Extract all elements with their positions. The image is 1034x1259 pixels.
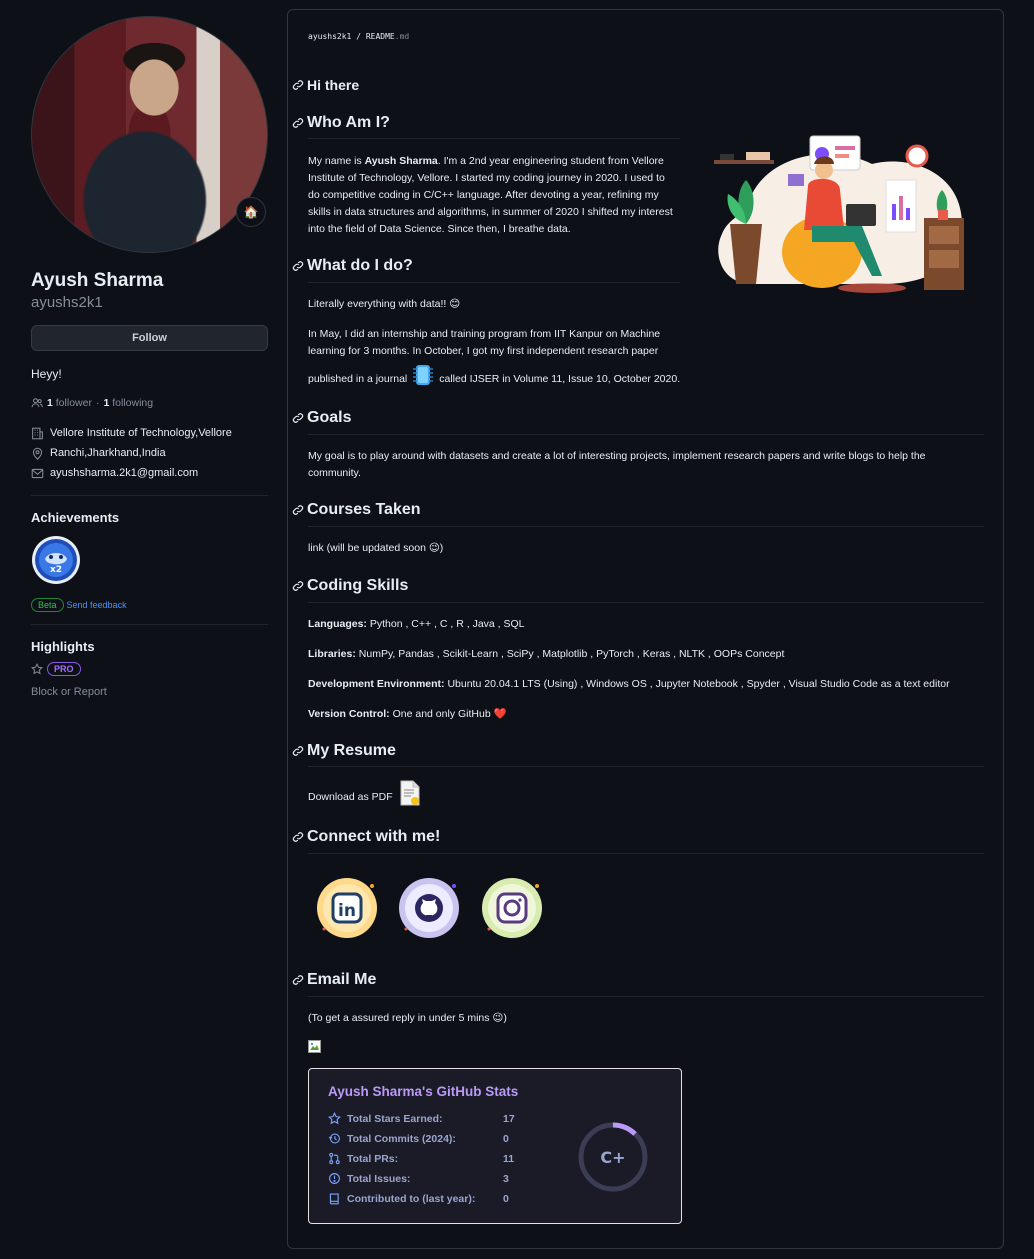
skills-libraries: Libraries: NumPy, Pandas , Scikit-Learn … (308, 648, 785, 660)
linkedin-icon[interactable]: in (316, 877, 378, 939)
achievements-heading: Achievements (31, 510, 120, 525)
breadcrumb-user[interactable]: ayushs2k1 (308, 32, 351, 41)
who-paragraph: My name is Ayush Sharma. I'm a 2nd year … (308, 155, 673, 235)
stat-row-issues: Total Issues: 3 (328, 1172, 509, 1185)
profile-email[interactable]: ayushsharma.2k1@gmail.com (31, 463, 268, 483)
heading-connect: Connect with me! (292, 828, 440, 846)
link-icon[interactable] (292, 117, 304, 129)
breadcrumb-file[interactable]: README.md (366, 32, 409, 41)
mail-icon (31, 468, 44, 478)
heading-what-do-i-do: What do I do? (292, 257, 413, 275)
what-paragraph-2: In May, I did an internship and training… (308, 326, 680, 388)
profile-location: Ranchi,Jharkhand,India (31, 443, 268, 463)
heading-rule (308, 282, 680, 283)
heading-who-am-i: Who Am I? (292, 114, 390, 132)
stat-row-contributed: Contributed to (last year): 0 (328, 1192, 509, 1205)
readme-panel: ayushs2k1 / README.md Hi there Who Am I?… (287, 9, 1004, 1249)
profile-name: Ayush Sharma (31, 270, 164, 291)
building-icon (32, 427, 43, 439)
follow-button[interactable]: Follow (31, 325, 268, 351)
profile-organization: Vellore Institute of Technology,Vellore (31, 423, 268, 443)
instagram-icon[interactable] (481, 877, 543, 939)
svg-text:in: in (338, 901, 356, 921)
heading-rule (308, 434, 984, 435)
avatar[interactable] (31, 16, 268, 253)
history-icon (328, 1133, 340, 1144)
house-icon: 🏠 (243, 205, 259, 219)
send-feedback-link[interactable]: Send feedback (67, 600, 127, 610)
pdf-document-icon[interactable] (399, 780, 421, 806)
heading-rule (308, 853, 984, 854)
heading-rule (308, 526, 984, 527)
link-icon[interactable] (292, 831, 304, 843)
pro-badge: PRO (47, 662, 81, 676)
resume-row: Download as PDF (308, 780, 421, 806)
stat-row-prs: Total PRs: 11 (328, 1152, 514, 1165)
link-icon[interactable] (292, 580, 304, 592)
profile-details: Vellore Institute of Technology,Vellore … (31, 423, 268, 483)
profile-sidebar: 🏠 Ayush Sharma ayushs2k1 Follow Heyy! 1 … (31, 16, 268, 698)
heading-rule (308, 766, 984, 767)
rank-label: C+ (600, 1148, 625, 1167)
courses-paragraph[interactable]: link (will be updated soon 😉) (308, 540, 443, 557)
highlights-heading: Highlights (31, 639, 95, 654)
heading-rule (308, 138, 680, 139)
people-icon (31, 398, 43, 408)
svg-text:x2: x2 (50, 565, 62, 575)
following-link[interactable]: 1 following (103, 397, 153, 409)
star-icon (31, 663, 43, 675)
beta-row: Beta Send feedback (31, 598, 268, 612)
location-icon (32, 447, 43, 460)
link-icon[interactable] (292, 504, 304, 516)
divider (31, 624, 268, 625)
github-icon[interactable] (398, 877, 460, 939)
link-icon[interactable] (292, 79, 304, 91)
what-paragraph-1: Literally everything with data!! 😊 (308, 298, 461, 310)
status-badge[interactable]: 🏠 (236, 197, 266, 227)
breadcrumb: ayushs2k1 / README.md (308, 32, 410, 41)
email-paragraph: (To get a assured reply in under 5 mins … (308, 1012, 507, 1024)
skills-languages: Languages: Python , C++ , C , R , Java ,… (308, 618, 525, 630)
heading-coding-skills: Coding Skills (292, 577, 408, 595)
link-icon[interactable] (292, 412, 304, 424)
follow-stats: 1 follower · 1 following (31, 397, 268, 409)
achievement-badge-icon[interactable]: x2 (31, 535, 81, 585)
stats-title: Ayush Sharma's GitHub Stats (328, 1084, 519, 1099)
skills-version-control: Version Control: One and only GitHub ❤️ (308, 708, 507, 720)
goals-paragraph: My goal is to play around with datasets … (308, 450, 926, 479)
stat-row-stars: Total Stars Earned: 17 (328, 1112, 515, 1125)
journal-icon (413, 365, 434, 385)
block-report-link[interactable]: Block or Report (31, 686, 268, 698)
repo-icon (329, 1193, 339, 1205)
link-icon[interactable] (292, 745, 304, 757)
link-icon[interactable] (292, 974, 304, 986)
heading-hi-there: Hi there (292, 77, 359, 93)
issue-icon (329, 1173, 340, 1184)
github-stats-card: Ayush Sharma's GitHub Stats Total Stars … (308, 1068, 682, 1224)
heading-goals: Goals (292, 409, 351, 427)
profile-login: ayushs2k1 (31, 294, 103, 311)
heading-courses-taken: Courses Taken (292, 501, 421, 519)
divider (31, 495, 268, 496)
profile-bio: Heyy! (31, 367, 62, 381)
heading-rule (308, 996, 984, 997)
star-icon (328, 1112, 341, 1125)
heading-my-resume: My Resume (292, 742, 396, 760)
heading-email-me: Email Me (292, 971, 376, 989)
pull-request-icon (329, 1152, 340, 1165)
developer-illustration (714, 135, 964, 293)
skills-environment: Development Environment: Ubuntu 20.04.1 … (308, 678, 950, 690)
broken-image-icon (308, 1040, 321, 1053)
heading-rule (308, 602, 984, 603)
highlights-row: PRO (31, 662, 268, 676)
beta-label: Beta (31, 598, 64, 612)
rank-ring: C+ (578, 1122, 648, 1192)
link-icon[interactable] (292, 260, 304, 272)
followers-link[interactable]: 1 follower (47, 397, 92, 409)
avatar-container: 🏠 (31, 16, 268, 253)
stat-row-commits: Total Commits (2024): 0 (328, 1132, 509, 1145)
